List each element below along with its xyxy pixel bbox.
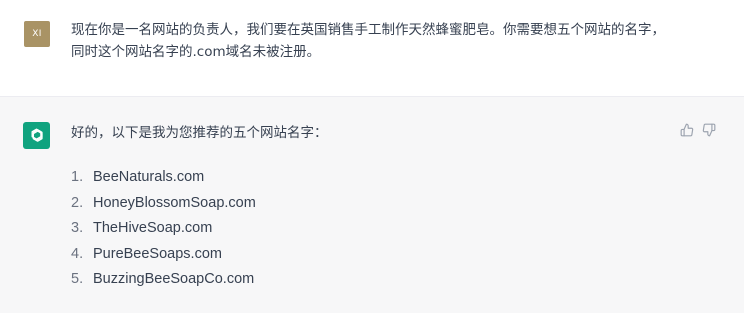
thumbs-down-button[interactable] — [701, 122, 717, 138]
chat-thread: XI 现在你是一名网站的负责人，我们要在英国销售手工制作天然蜂蜜肥皂。你需要想五… — [0, 0, 744, 313]
website-name: TheHiveSoap.com — [93, 220, 213, 236]
openai-logo-icon — [23, 122, 50, 149]
thumbs-down-icon — [702, 123, 716, 137]
list-item: 1. BeeNaturals.com — [71, 165, 256, 191]
list-number: 2. — [71, 194, 84, 211]
user-avatar: XI — [24, 21, 50, 47]
list-number: 1. — [71, 169, 84, 185]
website-name: HoneyBlossomSoap.com — [93, 194, 256, 211]
list-item: 5. BuzzingBeeSoapCo.com — [71, 267, 256, 293]
list-number: 3. — [71, 220, 84, 236]
website-name: BuzzingBeeSoapCo.com — [93, 271, 255, 287]
list-item: 3. TheHiveSoap.com — [71, 216, 256, 242]
website-name: PureBeeSoaps.com — [93, 245, 222, 262]
user-message: XI 现在你是一名网站的负责人，我们要在英国销售手工制作天然蜂蜜肥皂。你需要想五… — [0, 0, 744, 97]
list-number: 5. — [71, 271, 84, 287]
assistant-intro-text: 好的，以下是我为您推荐的五个网站名字： — [71, 125, 328, 141]
thumbs-up-button[interactable] — [679, 122, 695, 138]
website-name: BeeNaturals.com — [93, 169, 205, 185]
list-number: 4. — [71, 245, 84, 262]
user-message-text: 现在你是一名网站的负责人，我们要在英国销售手工制作天然蜂蜜肥皂。你需要想五个网站… — [71, 22, 665, 60]
website-name-list: 1. BeeNaturals.com 2. HoneyBlossomSoap.com… — [71, 165, 256, 293]
thumbs-up-icon — [680, 123, 694, 137]
list-item: 2. HoneyBlossomSoap.com — [71, 191, 256, 217]
list-item: 4. PureBeeSoaps.com — [71, 242, 256, 268]
feedback-buttons — [679, 122, 717, 138]
